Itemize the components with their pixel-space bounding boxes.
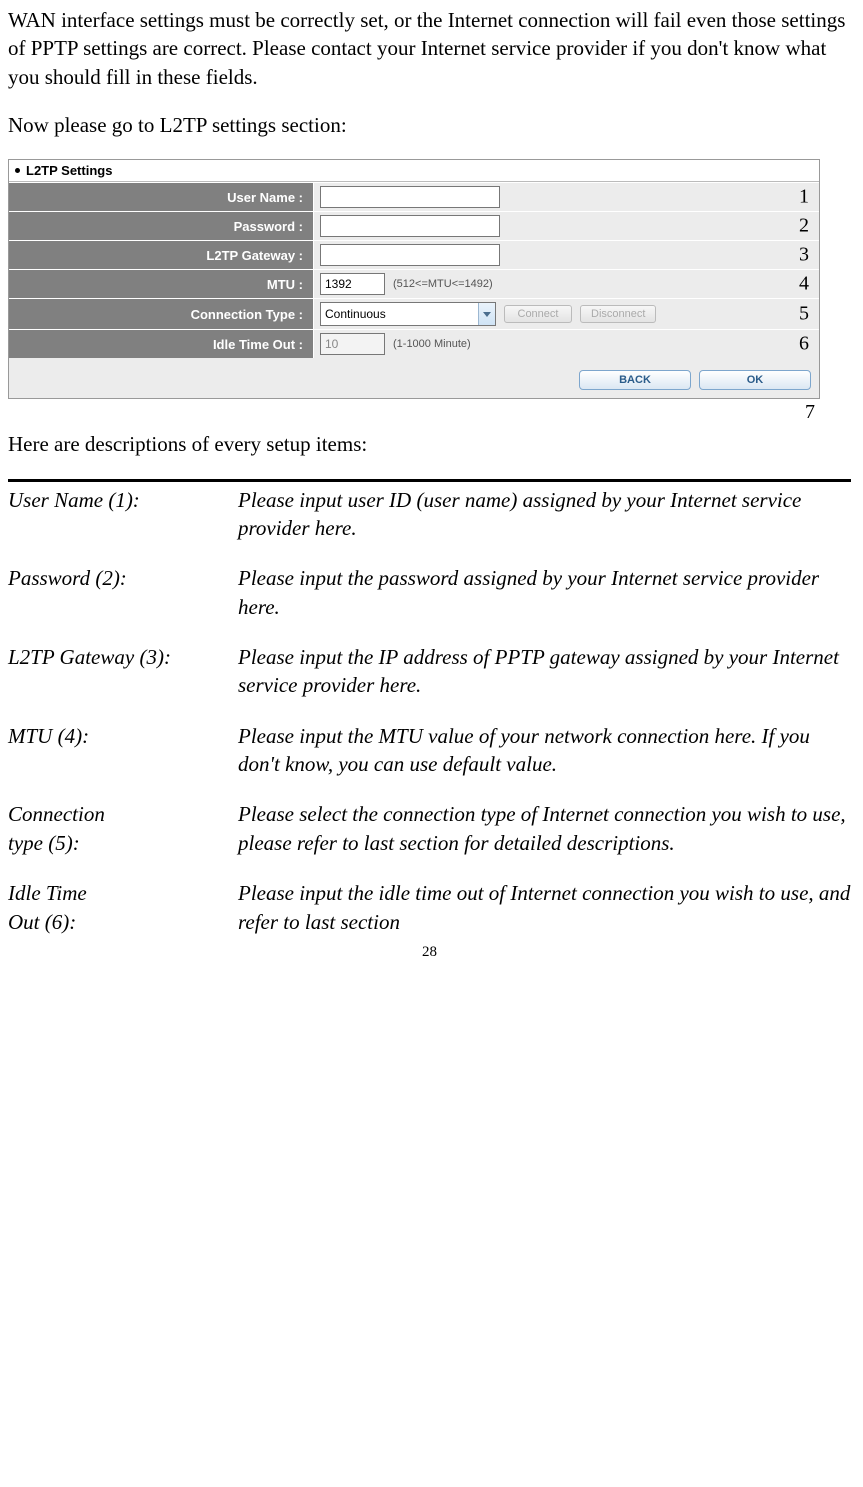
password-label: Password : [9, 212, 314, 240]
panel-title: L2TP Settings [26, 163, 112, 178]
desc-heading: Here are descriptions of every setup ite… [8, 430, 851, 458]
conntype-value: Continuous [325, 307, 386, 321]
term-conntype: Connection type (5): [8, 800, 238, 857]
bullet-icon [15, 168, 20, 173]
callout-1: 1 [799, 186, 809, 209]
ok-button[interactable]: OK [699, 370, 811, 390]
goto-paragraph: Now please go to L2TP settings section: [8, 111, 851, 139]
disconnect-button[interactable]: Disconnect [580, 305, 656, 323]
idle-input[interactable] [320, 333, 385, 355]
username-label: User Name : [9, 183, 314, 211]
gateway-input[interactable] [320, 244, 500, 266]
l2tp-settings-panel: L2TP Settings User Name : 1 Password : 2 [8, 159, 820, 399]
callout-6: 6 [799, 333, 809, 356]
def-mtu: Please input the MTU value of your netwo… [238, 722, 851, 779]
mtu-input[interactable] [320, 273, 385, 295]
mtu-hint: (512<=MTU<=1492) [393, 278, 493, 290]
def-idle: Please input the idle time out of Intern… [238, 879, 851, 936]
def-username: Please input user ID (user name) assigne… [238, 486, 851, 543]
term-mtu: MTU (4): [8, 722, 238, 779]
def-conntype: Please select the connection type of Int… [238, 800, 851, 857]
username-input[interactable] [320, 186, 500, 208]
idle-hint: (1-1000 Minute) [393, 338, 471, 350]
page-number: 28 [8, 944, 851, 961]
term-idle: Idle Time Out (6): [8, 879, 238, 936]
callout-2: 2 [799, 215, 809, 238]
chevron-down-icon [478, 303, 495, 325]
back-button[interactable]: BACK [579, 370, 691, 390]
term-password: Password (2): [8, 564, 238, 621]
callout-3: 3 [799, 244, 809, 267]
description-table: User Name (1): Please input user ID (use… [8, 479, 851, 936]
idle-label: Idle Time Out : [9, 330, 314, 358]
intro-paragraph: WAN interface settings must be correctly… [8, 6, 851, 91]
password-input[interactable] [320, 215, 500, 237]
connect-button[interactable]: Connect [504, 305, 572, 323]
mtu-label: MTU : [9, 270, 314, 298]
gateway-label: L2TP Gateway : [9, 241, 314, 269]
panel-header: L2TP Settings [9, 160, 819, 182]
term-gateway: L2TP Gateway (3): [8, 643, 238, 700]
term-username: User Name (1): [8, 486, 238, 543]
callout-4: 4 [799, 273, 809, 296]
callout-7: 7 [8, 401, 851, 424]
conntype-select[interactable]: Continuous [320, 302, 496, 326]
def-password: Please input the password assigned by yo… [238, 564, 851, 621]
def-gateway: Please input the IP address of PPTP gate… [238, 643, 851, 700]
conntype-label: Connection Type : [9, 299, 314, 329]
callout-5: 5 [799, 303, 809, 326]
